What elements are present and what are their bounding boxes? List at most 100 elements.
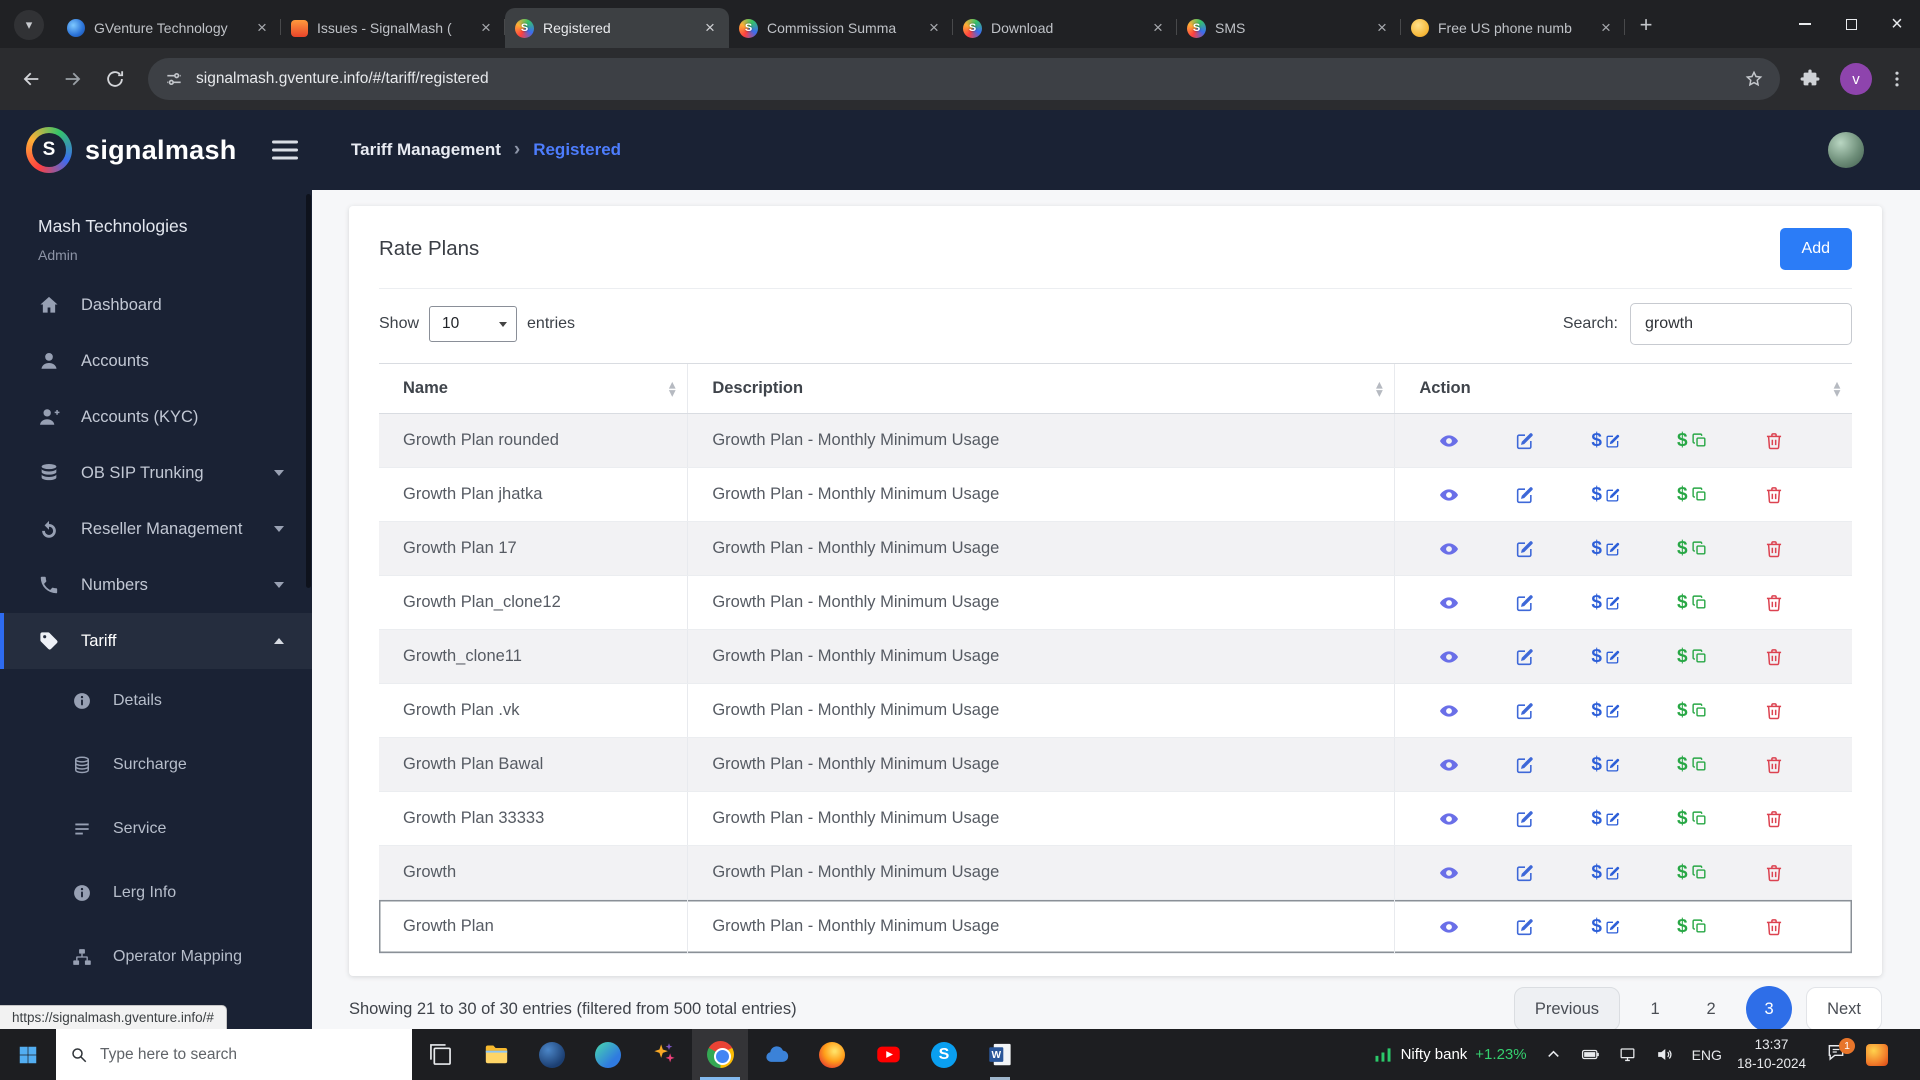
rate-copy-icon[interactable]: $ (1677, 863, 1708, 882)
rate-copy-icon[interactable]: $ (1677, 431, 1708, 450)
rate-edit-icon[interactable]: $ (1591, 647, 1621, 666)
tray-app-icon[interactable] (1866, 1043, 1888, 1066)
sidebar-item-service[interactable]: Service (0, 797, 312, 861)
edge-icon[interactable] (580, 1029, 636, 1080)
view-icon[interactable] (1439, 701, 1459, 721)
delete-icon[interactable] (1764, 431, 1784, 451)
rate-copy-icon[interactable]: $ (1677, 647, 1708, 666)
edit-icon[interactable] (1515, 755, 1535, 775)
view-icon[interactable] (1439, 485, 1459, 505)
user-avatar[interactable] (1828, 132, 1864, 168)
taskbar-search[interactable]: Type here to search (56, 1029, 412, 1080)
sidebar-item-reseller-management[interactable]: Reseller Management (0, 501, 312, 557)
sidebar-item-operator-mapping[interactable]: Operator Mapping (0, 925, 312, 989)
sidebar-item-ob-sip-trunking[interactable]: OB SIP Trunking (0, 445, 312, 501)
edit-icon[interactable] (1515, 431, 1535, 451)
tab-gventure-technology[interactable]: GVenture Technology × (57, 8, 281, 48)
new-tab-button[interactable]: + (1629, 8, 1663, 42)
delete-icon[interactable] (1764, 917, 1784, 937)
volume-icon[interactable] (1653, 1043, 1677, 1067)
bookmark-star-icon[interactable] (1744, 69, 1764, 89)
task-view-icon[interactable] (412, 1029, 468, 1080)
rate-edit-icon[interactable]: $ (1591, 485, 1621, 504)
ethernet-icon[interactable] (1616, 1043, 1640, 1067)
edit-icon[interactable] (1515, 647, 1535, 667)
tab-close-icon[interactable]: × (1373, 18, 1391, 38)
breadcrumb-root[interactable]: Tariff Management (351, 140, 501, 160)
tab-commission-summa[interactable]: S Commission Summa × (729, 8, 953, 48)
sparkle-icon[interactable] (636, 1029, 692, 1080)
tab-close-icon[interactable]: × (1149, 18, 1167, 38)
rate-edit-icon[interactable]: $ (1591, 809, 1621, 828)
rate-edit-icon[interactable]: $ (1591, 593, 1621, 612)
delete-icon[interactable] (1764, 539, 1784, 559)
view-icon[interactable] (1439, 863, 1459, 883)
view-icon[interactable] (1439, 539, 1459, 559)
sidebar-item-accounts[interactable]: Accounts (0, 333, 312, 389)
edit-icon[interactable] (1515, 809, 1535, 829)
back-button[interactable] (10, 58, 52, 100)
hamburger-menu-icon[interactable] (272, 140, 298, 160)
skype-icon[interactable]: S (916, 1029, 972, 1080)
rate-copy-icon[interactable]: $ (1677, 917, 1708, 936)
edit-icon[interactable] (1515, 485, 1535, 505)
sphere-icon[interactable] (524, 1029, 580, 1080)
add-button[interactable]: Add (1779, 228, 1852, 270)
onedrive-icon[interactable] (748, 1029, 804, 1080)
pagination-item-previous[interactable]: Previous (1513, 987, 1621, 1029)
sort-icon[interactable] (669, 380, 675, 397)
tab-close-icon[interactable]: × (253, 18, 271, 38)
firefox-icon[interactable] (804, 1029, 860, 1080)
rate-edit-icon[interactable]: $ (1591, 539, 1621, 558)
rate-edit-icon[interactable]: $ (1591, 755, 1621, 774)
delete-icon[interactable] (1764, 647, 1784, 667)
sidebar-item-lerg-info[interactable]: Lerg Info (0, 861, 312, 925)
rate-copy-icon[interactable]: $ (1677, 593, 1708, 612)
address-bar[interactable]: signalmash.gventure.info/#/tariff/regist… (148, 58, 1780, 100)
browser-menu-icon[interactable] (1884, 66, 1910, 92)
view-icon[interactable] (1439, 917, 1459, 937)
pagination-item-3[interactable]: 3 (1746, 986, 1793, 1029)
rate-copy-icon[interactable]: $ (1677, 755, 1708, 774)
sidebar-scrollbar[interactable] (306, 194, 311, 588)
rate-copy-icon[interactable]: $ (1677, 701, 1708, 720)
delete-icon[interactable] (1764, 593, 1784, 613)
reload-button[interactable] (94, 58, 136, 100)
delete-icon[interactable] (1764, 755, 1784, 775)
pagination-item-next[interactable]: Next (1806, 987, 1882, 1029)
minimize-button[interactable] (1782, 0, 1828, 48)
forward-button[interactable] (52, 58, 94, 100)
profile-avatar[interactable]: v (1840, 63, 1872, 95)
delete-icon[interactable] (1764, 485, 1784, 505)
rate-copy-icon[interactable]: $ (1677, 539, 1708, 558)
edit-icon[interactable] (1515, 863, 1535, 883)
tab-close-icon[interactable]: × (1597, 18, 1615, 38)
chrome-icon[interactable] (692, 1029, 748, 1080)
extensions-icon[interactable] (1798, 67, 1822, 91)
search-input[interactable] (1630, 303, 1852, 345)
sidebar-item-surcharge[interactable]: Surcharge (0, 733, 312, 797)
language-indicator[interactable]: ENG (1692, 1047, 1722, 1063)
column-header-name[interactable]: Name (379, 364, 689, 413)
sidebar-item-tariff[interactable]: Tariff (0, 613, 312, 669)
sidebar-item-details[interactable]: Details (0, 669, 312, 733)
taskbar-clock[interactable]: 13:37 18-10-2024 (1737, 1036, 1806, 1072)
maximize-button[interactable] (1828, 0, 1874, 48)
rate-edit-icon[interactable]: $ (1591, 917, 1621, 936)
sidebar-item-dashboard[interactable]: Dashboard (0, 277, 312, 333)
notifications-icon[interactable]: 1 (1821, 1037, 1855, 1070)
brand-logo[interactable]: S signalmash (26, 127, 237, 173)
youtube-icon[interactable] (860, 1029, 916, 1080)
column-header-action[interactable]: Action (1395, 364, 1852, 413)
delete-icon[interactable] (1764, 701, 1784, 721)
rate-edit-icon[interactable]: $ (1591, 701, 1621, 720)
tab-close-icon[interactable]: × (925, 18, 943, 38)
tab-close-icon[interactable]: × (701, 18, 719, 38)
view-icon[interactable] (1439, 809, 1459, 829)
tab-free-us-phone-numb[interactable]: Free US phone numb × (1401, 8, 1625, 48)
tab-download[interactable]: S Download × (953, 8, 1177, 48)
tab-issues-signalmash[interactable]: Issues - SignalMash ( × (281, 8, 505, 48)
view-icon[interactable] (1439, 593, 1459, 613)
tab-close-icon[interactable]: × (477, 18, 495, 38)
delete-icon[interactable] (1764, 809, 1784, 829)
